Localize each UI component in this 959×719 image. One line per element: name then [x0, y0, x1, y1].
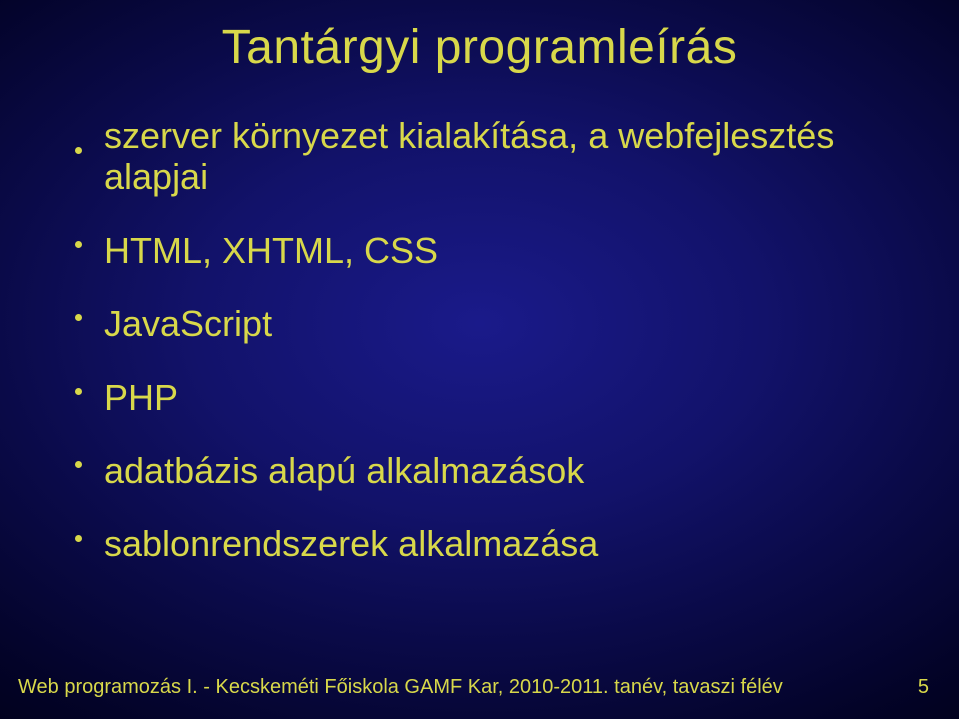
bullet-item: sablonrendszerek alkalmazása [75, 523, 899, 564]
bullet-item: adatbázis alapú alkalmazások [75, 450, 899, 491]
page-number: 5 [918, 676, 929, 699]
bullet-item: JavaScript [75, 303, 899, 344]
bullet-text: sablonrendszerek alkalmazása [104, 523, 899, 564]
slide-title: Tantárgyi programleírás [0, 20, 959, 75]
bullet-text: szerver környezet kialakítása, a webfejl… [104, 115, 899, 198]
slide-footer: Web programozás I. - Kecskeméti Főiskola… [18, 676, 929, 699]
bullet-text: adatbázis alapú alkalmazások [104, 450, 899, 491]
bullet-icon [75, 241, 82, 248]
bullet-icon [75, 388, 82, 395]
bullet-text: JavaScript [104, 303, 899, 344]
bullet-text: HTML, XHTML, CSS [104, 230, 899, 271]
footer-text: Web programozás I. - Kecskeméti Főiskola… [18, 676, 783, 699]
bullet-item: HTML, XHTML, CSS [75, 230, 899, 271]
bullet-text: PHP [104, 377, 899, 418]
bullet-icon [75, 535, 82, 542]
slide: Tantárgyi programleírás szerver környeze… [0, 0, 959, 719]
bullet-item: szerver környezet kialakítása, a webfejl… [75, 115, 899, 198]
slide-body: szerver környezet kialakítása, a webfejl… [75, 115, 899, 597]
bullet-icon [75, 314, 82, 321]
bullet-icon [75, 147, 82, 154]
bullet-icon [75, 461, 82, 468]
bullet-item: PHP [75, 377, 899, 418]
